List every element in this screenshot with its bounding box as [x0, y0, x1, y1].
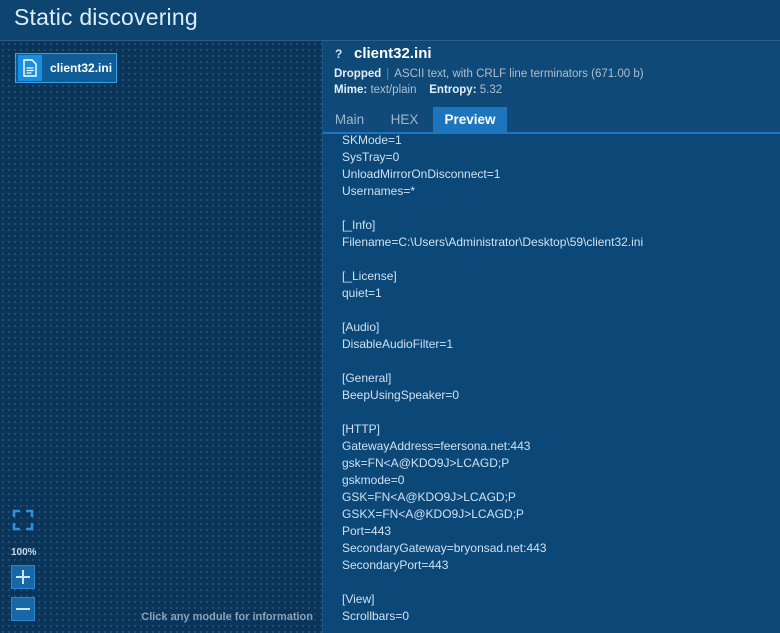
fit-screen-icon[interactable] [11, 508, 35, 532]
plus-icon [16, 570, 30, 584]
entropy-value: 5.32 [479, 84, 503, 96]
help-icon[interactable]: ? [335, 47, 342, 61]
file-details-panel: ? client32.ini Dropped | ASCII text, with … [323, 41, 780, 633]
entropy-label: Entropy: [429, 84, 477, 96]
file-name: client32.ini [354, 45, 432, 62]
preview-text: SKMode=1 SysTray=0 UnloadMirrorOnDisconn… [342, 134, 644, 623]
module-node-client32[interactable]: client32.ini [15, 53, 117, 83]
canvas-hint: Click any module for information [141, 611, 313, 623]
module-label: client32.ini [50, 61, 113, 75]
module-canvas[interactable]: client32.ini 100% Click any module for i… [0, 41, 323, 633]
mime-value: text/plain [370, 84, 417, 96]
file-description: ASCII text, with CRLF line terminators (… [394, 68, 644, 80]
minus-icon [16, 608, 30, 610]
separator: | [386, 68, 390, 80]
dropped-label: Dropped [334, 68, 382, 80]
tab-main[interactable]: Main [323, 107, 376, 132]
mime-label: Mime: [334, 84, 368, 96]
document-icon [18, 55, 42, 81]
preview-pane[interactable]: SKMode=1 SysTray=0 UnloadMirrorOnDisconn… [323, 134, 780, 633]
tab-preview[interactable]: Preview [433, 107, 507, 132]
app-header: Static discovering [0, 0, 780, 41]
zoom-in-button[interactable] [11, 565, 35, 589]
tab-hex[interactable]: HEX [378, 107, 431, 132]
zoom-out-button[interactable] [11, 597, 35, 621]
file-info: ? client32.ini Dropped | ASCII text, with … [323, 41, 780, 107]
zoom-level: 100% [11, 547, 37, 558]
page-title: Static discovering [14, 4, 198, 30]
tab-bar: Main HEX Preview [323, 107, 780, 134]
file-mime-line: Mime: text/plain Entropy: 5.32 [334, 84, 502, 96]
file-meta-line: Dropped | ASCII text, with CRLF line termi… [334, 68, 644, 80]
